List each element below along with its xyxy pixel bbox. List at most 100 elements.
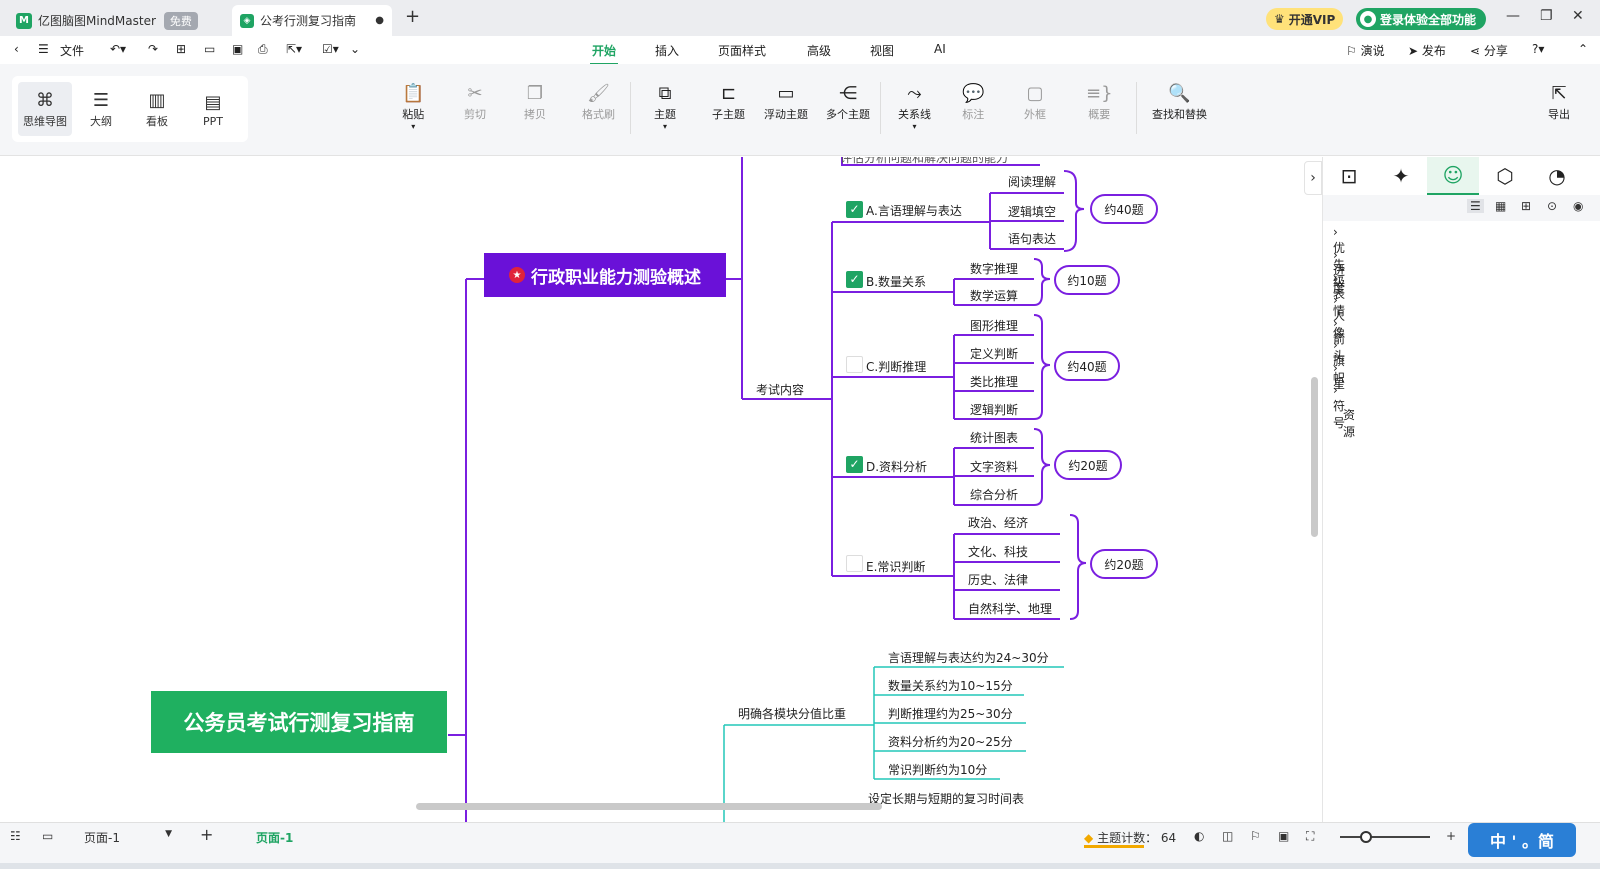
subtopic-button[interactable]: ⊏ 子主题: [712, 82, 745, 122]
ime-indicator-icon[interactable]: 中 ' 。简: [1468, 823, 1576, 857]
checkbox-d-checked-icon[interactable]: ✓: [846, 456, 863, 473]
fit-screen-icon[interactable]: ▣: [1278, 829, 1289, 843]
topic-e-item[interactable]: 文化、科技: [968, 543, 1028, 560]
boundary-button[interactable]: ▢ 外框: [1024, 82, 1046, 122]
export-file-icon[interactable]: ⇱▾: [286, 42, 302, 56]
topic-d-item[interactable]: 综合分析: [970, 486, 1018, 503]
relationship-dropdown-icon[interactable]: ▾: [912, 122, 916, 131]
topic-a[interactable]: A.言语理解与表达: [866, 202, 962, 219]
multiple-topics-button[interactable]: ⋲ 多个主题: [826, 82, 870, 122]
paste-button[interactable]: 📋 粘贴 ▾: [402, 82, 424, 131]
help-icon[interactable]: ?▾: [1532, 42, 1544, 56]
more-chevron-icon[interactable]: ⌄: [350, 42, 360, 56]
topic-button[interactable]: ⧉ 主题 ▾: [654, 82, 676, 131]
panel-tab-style[interactable]: ⊡: [1323, 157, 1375, 195]
topic-c-item[interactable]: 图形推理: [970, 317, 1018, 334]
hamburger-menu-icon[interactable]: ☰: [38, 42, 49, 56]
topic-schedule[interactable]: 设定长期与短期的复习时间表: [868, 790, 1024, 807]
zoom-in-icon[interactable]: +: [1446, 829, 1456, 843]
close-icon[interactable]: ✕: [1572, 8, 1584, 24]
topic-b[interactable]: B.数量关系: [866, 273, 926, 290]
topic-e-item[interactable]: 自然科学、地理: [968, 600, 1052, 617]
summary-button[interactable]: ≡} 概要: [1086, 82, 1113, 122]
add-page-icon[interactable]: +: [200, 825, 213, 844]
grid-view-icon[interactable]: ▦: [1495, 199, 1506, 213]
topic-e-item[interactable]: 政治、经济: [968, 514, 1028, 531]
document-tab[interactable]: ◈ 公考行测复习指南 ●: [232, 5, 392, 36]
redo-icon[interactable]: ↷: [148, 42, 158, 56]
lock-icon[interactable]: ⊙: [1547, 199, 1557, 213]
vip-button[interactable]: ♛ 开通VIP: [1266, 8, 1344, 30]
summary-b-count[interactable]: 约10题: [1054, 265, 1120, 295]
topic-score-weights[interactable]: 明确各模块分值比重: [738, 705, 846, 722]
mindmap-canvas[interactable]: 公务员考试行测复习指南 ★ 行政职业能力测验概述 评估分析问题和解决问题的能力 …: [0, 157, 1322, 822]
topic-c-item[interactable]: 定义判断: [970, 345, 1018, 362]
topic-dropdown-icon[interactable]: ▾: [663, 122, 667, 131]
paste-dropdown-icon[interactable]: ▾: [411, 122, 415, 131]
callout-button[interactable]: 💬 标注: [962, 82, 984, 122]
collapse-ribbon-icon[interactable]: ⌃: [1578, 42, 1588, 56]
new-tab-icon[interactable]: +: [405, 6, 420, 27]
cut-button[interactable]: ✂ 剪切: [464, 82, 486, 122]
tab-ai[interactable]: AI: [934, 42, 946, 56]
horizontal-scrollbar[interactable]: [416, 803, 882, 810]
add-icon-icon[interactable]: ⊞: [1521, 199, 1531, 213]
presentation-icon[interactable]: ⚐: [1250, 829, 1261, 843]
topic-b-item[interactable]: 数学运算: [970, 287, 1018, 304]
topic-e[interactable]: E.常识判断: [866, 558, 925, 575]
fullscreen-icon[interactable]: ⛶: [1306, 829, 1314, 844]
app-tab[interactable]: M 亿图脑图MindMaster 免费: [8, 5, 206, 36]
panel-toggle-chevron-icon[interactable]: ›: [1304, 161, 1322, 195]
root-topic[interactable]: 公务员考试行测复习指南: [151, 691, 447, 753]
topic-score-item[interactable]: 言语理解与表达约为24~30分: [888, 649, 1049, 666]
new-file-icon[interactable]: ⊞: [176, 42, 186, 56]
floating-topic-button[interactable]: ▭ 浮动主题: [764, 82, 808, 122]
book-icon[interactable]: ◫: [1222, 829, 1233, 843]
publish-button[interactable]: ➤ 发布: [1408, 42, 1446, 59]
view-ppt-button[interactable]: ▤ PPT: [186, 82, 240, 136]
list-view-icon[interactable]: ☰: [1467, 199, 1484, 213]
topic-score-item[interactable]: 判断推理约为25~30分: [888, 705, 1013, 722]
summary-c-count[interactable]: 约40题: [1054, 351, 1120, 381]
checkbox-b-checked-icon[interactable]: ✓: [846, 271, 863, 288]
topic-exam-content[interactable]: 考试内容: [756, 381, 804, 398]
tab-insert[interactable]: 插入: [655, 42, 679, 59]
view-mindmap-button[interactable]: ⌘ 思维导图: [18, 82, 72, 136]
topic-a-item[interactable]: 语句表达: [1008, 230, 1056, 247]
topic-a-item[interactable]: 阅读理解: [1008, 173, 1056, 190]
topic-a-item[interactable]: 逻辑填空: [1008, 203, 1056, 220]
file-menu[interactable]: 文件: [60, 42, 84, 59]
topic-analyze-ability[interactable]: 评估分析问题和解决问题的能力: [840, 157, 1008, 166]
category-resources[interactable]: 资源: [1343, 406, 1355, 440]
topic-c[interactable]: C.判断推理: [866, 358, 926, 375]
format-painter-button[interactable]: 🖌 格式刷: [582, 82, 615, 122]
checkbox-e-unchecked-icon[interactable]: [846, 555, 863, 572]
topic-score-item[interactable]: 数量关系约为10~15分: [888, 677, 1013, 694]
topic-e-item[interactable]: 历史、法律: [968, 571, 1028, 588]
vertical-scrollbar[interactable]: [1311, 377, 1318, 537]
zoom-slider-handle[interactable]: [1360, 831, 1372, 843]
page-tab-1[interactable]: 页面-1: [256, 829, 293, 846]
export-button[interactable]: ⇱ 导出: [1548, 82, 1570, 122]
summary-e-count[interactable]: 约20题: [1090, 549, 1158, 579]
tab-start[interactable]: 开始: [589, 42, 619, 65]
open-folder-icon[interactable]: ▭: [204, 42, 215, 56]
topic-c-item[interactable]: 逻辑判断: [970, 401, 1018, 418]
theme-mode-icon[interactable]: ◐: [1194, 829, 1204, 843]
panel-tab-ai[interactable]: ✦: [1375, 157, 1427, 195]
eye-icon[interactable]: ◉: [1573, 199, 1583, 213]
minimize-icon[interactable]: —: [1506, 8, 1520, 24]
tab-advanced[interactable]: 高级: [807, 42, 831, 59]
checkbox-a-checked-icon[interactable]: ✓: [846, 201, 863, 218]
undo-icon[interactable]: ↶▾: [110, 42, 126, 56]
back-icon[interactable]: ‹: [14, 42, 19, 56]
relationship-button[interactable]: ⤳ 关系线 ▾: [898, 82, 931, 131]
find-replace-button[interactable]: 🔍 查找和替换: [1152, 82, 1207, 122]
share-button[interactable]: ⋖ 分享: [1470, 42, 1508, 59]
topic-score-item[interactable]: 常识判断约为10分: [888, 761, 987, 778]
main-topic-overview[interactable]: ★ 行政职业能力测验概述: [484, 253, 726, 297]
page-list-icon[interactable]: ☷: [10, 829, 21, 843]
zoom-slider[interactable]: [1340, 836, 1430, 838]
panel-tab-history[interactable]: ◔: [1531, 157, 1583, 195]
page-select[interactable]: 页面-1 ▼: [84, 829, 172, 846]
